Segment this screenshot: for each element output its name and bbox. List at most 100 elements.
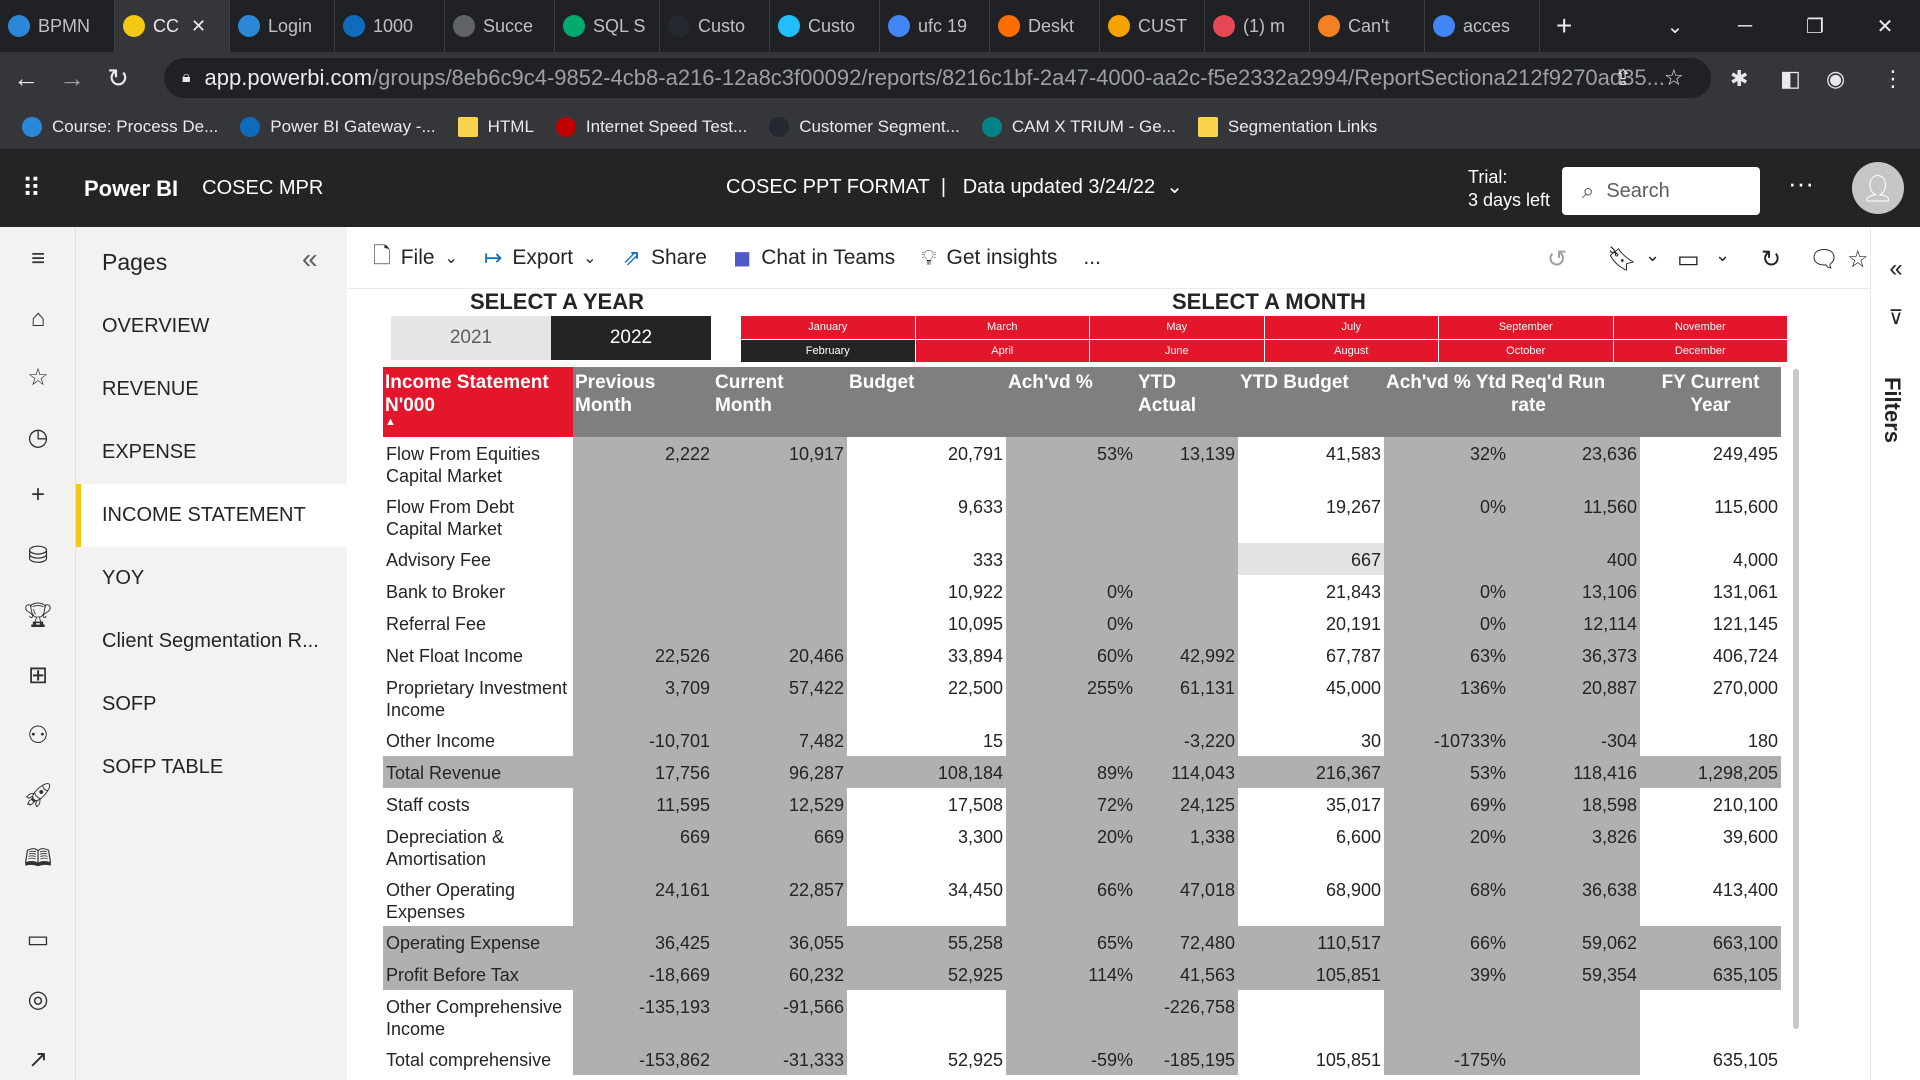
browser-tab[interactable]: (1) m	[1205, 0, 1310, 52]
create-plus-icon[interactable]: +	[0, 481, 76, 509]
browser-tab[interactable]: Deskt	[990, 0, 1100, 52]
recent-clock-icon[interactable]: ◷	[0, 423, 76, 452]
bookmark-item[interactable]: CAM X TRIUM - Ge...	[981, 116, 1176, 137]
month-button[interactable]: February	[741, 339, 915, 362]
search-box[interactable]: ⌕ Search	[1562, 167, 1760, 215]
user-avatar[interactable]: 👤︎	[1852, 162, 1904, 214]
browser-tab[interactable]: ufc 19	[880, 0, 990, 52]
learn-book-icon[interactable]: 🕮	[0, 841, 76, 882]
column-header[interactable]: Previous Month	[573, 367, 713, 437]
month-button[interactable]: November	[1613, 316, 1787, 339]
trial-notice[interactable]: Trial: 3 days left	[1468, 166, 1550, 212]
extensions-icon[interactable]: ✱	[1730, 66, 1748, 92]
bookmark-star-icon[interactable]: ☆	[1664, 65, 1684, 91]
tab-search-icon[interactable]: ⌄	[1640, 14, 1710, 39]
hamburger-menu-icon[interactable]: ≡	[0, 245, 76, 273]
chat-in-teams-button[interactable]: ◼ Chat in Teams	[733, 245, 895, 271]
column-header[interactable]: Income Statement N'000 ▲	[383, 367, 573, 437]
browser-tab[interactable]: BPMN	[0, 0, 115, 52]
close-window-icon[interactable]: ✕	[1850, 14, 1920, 39]
month-button[interactable]: December	[1613, 339, 1787, 362]
column-header[interactable]: Ach'vd %	[1006, 367, 1136, 437]
table-scrollbar[interactable]	[1793, 369, 1799, 1029]
get-insights-button[interactable]: 💡︎ Get insights	[921, 245, 1057, 271]
close-tab-icon[interactable]: ✕	[191, 16, 206, 37]
month-button[interactable]: May	[1090, 316, 1264, 339]
month-button[interactable]: March	[915, 316, 1089, 339]
month-button[interactable]: January	[741, 316, 915, 339]
page-item[interactable]: Client Segmentation R...	[76, 610, 347, 673]
column-header[interactable]: Budget	[847, 367, 1006, 437]
month-button[interactable]: April	[915, 339, 1089, 362]
apps-icon[interactable]: ⊞	[0, 661, 76, 690]
page-item[interactable]: SOFP TABLE	[76, 736, 347, 799]
year-button[interactable]: 2021	[391, 316, 551, 360]
back-icon[interactable]: ←	[6, 63, 46, 94]
bookmark-item[interactable]: Power BI Gateway -...	[240, 116, 436, 137]
refresh-icon[interactable]: ↻	[1761, 245, 1781, 274]
month-button[interactable]: June	[1090, 339, 1264, 362]
chevron-down-icon[interactable]: ⌄	[1645, 245, 1660, 266]
page-item[interactable]: INCOME STATEMENT	[76, 484, 347, 547]
bookmark-item[interactable]: Internet Speed Test...	[555, 116, 747, 137]
expand-filters-icon[interactable]: «	[1871, 255, 1920, 283]
filters-pane[interactable]: « ⊽ Filters	[1870, 227, 1920, 1080]
browser-tab[interactable]: Can't	[1310, 0, 1425, 52]
share-page-icon[interactable]: ⇪	[1614, 65, 1632, 91]
bookmark-item[interactable]: Customer Segment...	[769, 116, 960, 137]
column-header[interactable]: YTD Actual	[1136, 367, 1238, 437]
side-panel-icon[interactable]: ◧	[1780, 66, 1801, 92]
file-menu[interactable]: 🗋 File ⌄	[373, 239, 458, 277]
column-header[interactable]: Req'd Run rate	[1509, 367, 1640, 437]
forward-icon[interactable]: →	[52, 63, 92, 94]
page-item[interactable]: YOY	[76, 547, 347, 610]
month-button[interactable]: August	[1264, 339, 1438, 362]
page-item[interactable]: EXPENSE	[76, 421, 347, 484]
more-options-icon[interactable]: ···	[1788, 168, 1814, 199]
browser-tab[interactable]: Succe	[445, 0, 555, 52]
export-menu[interactable]: ↦ Export ⌄	[484, 245, 597, 271]
browser-menu-icon[interactable]: ⋮	[1882, 66, 1904, 92]
goals-trophy-icon[interactable]: 🏆︎	[0, 601, 76, 630]
report-title[interactable]: COSEC PPT FORMAT | Data updated 3/24/22 …	[726, 174, 1183, 199]
undo-icon[interactable]: ↺	[1547, 245, 1567, 274]
browser-tab[interactable]: CC ✕	[115, 0, 230, 52]
home-icon[interactable]: ⌂	[0, 305, 76, 333]
toolbar-more-button[interactable]: ...	[1083, 246, 1101, 270]
get-data-arrow-icon[interactable]: ↗	[0, 1045, 76, 1074]
my-workspace-icon[interactable]: ◎	[0, 985, 76, 1014]
browser-tab[interactable]: Custo	[770, 0, 880, 52]
collapse-pages-icon[interactable]: «	[302, 243, 318, 275]
shared-with-me-icon[interactable]: ⚇	[0, 721, 76, 750]
page-item[interactable]: REVENUE	[76, 358, 347, 421]
view-icon[interactable]: ▭	[1677, 245, 1700, 274]
column-header[interactable]: YTD Budget	[1238, 367, 1384, 437]
reload-icon[interactable]: ↻	[98, 63, 138, 94]
workspaces-icon[interactable]: ▭	[0, 925, 76, 954]
year-button[interactable]: 2022	[551, 316, 711, 360]
datasets-cylinder-icon[interactable]: ⛁	[0, 541, 76, 570]
bookmark-item[interactable]: HTML	[457, 116, 534, 137]
bookmark-icon[interactable]: 🔖︎	[1607, 245, 1637, 274]
bookmark-item[interactable]: Course: Process De...	[22, 116, 218, 137]
favorites-star-icon[interactable]: ☆	[0, 363, 76, 392]
column-header[interactable]: Current Month	[713, 367, 847, 437]
comment-icon[interactable]: 🗨︎	[1809, 245, 1839, 274]
share-button[interactable]: ⇗ Share	[623, 245, 707, 271]
favorite-star-icon[interactable]: ☆	[1847, 245, 1869, 274]
month-button[interactable]: September	[1439, 316, 1613, 339]
page-item[interactable]: SOFP	[76, 673, 347, 736]
app-launcher-icon[interactable]: ⠿	[22, 173, 52, 204]
new-tab-button[interactable]: +	[1540, 10, 1588, 42]
column-header[interactable]: Ach'vd % Ytd	[1384, 367, 1509, 437]
month-button[interactable]: October	[1439, 339, 1613, 362]
profile-icon[interactable]: ◉	[1826, 66, 1845, 92]
deployment-rocket-icon[interactable]: 🚀︎	[0, 781, 76, 810]
bookmark-item[interactable]: Segmentation Links	[1197, 116, 1377, 137]
address-bar[interactable]: 🔒︎ app.powerbi.com/groups/8eb6c9c4-9852-…	[164, 58, 1711, 98]
browser-tab[interactable]: CUST	[1100, 0, 1205, 52]
minimize-icon[interactable]: ─	[1710, 15, 1780, 38]
browser-tab[interactable]: 1000	[335, 0, 445, 52]
browser-tab[interactable]: Custo	[660, 0, 770, 52]
powerbi-brand[interactable]: Power BI	[84, 176, 178, 202]
